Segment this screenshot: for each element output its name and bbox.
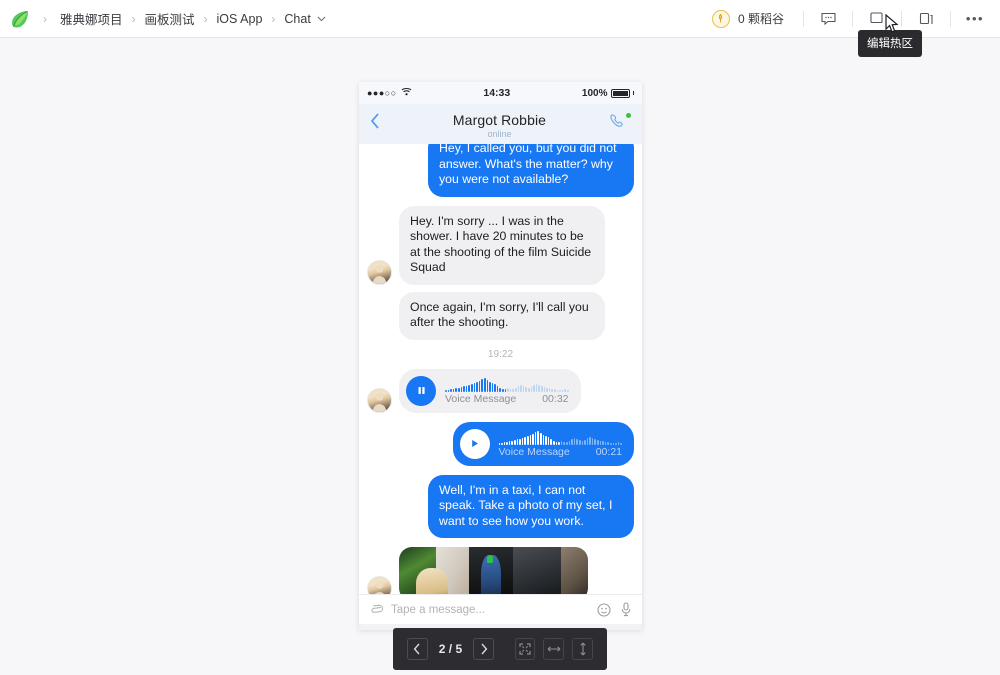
divider-2 [852, 10, 853, 27]
header-actions: 0 颗稻谷 ••• [711, 0, 1000, 37]
chat-messages[interactable]: Hey, I called you, but you did not answe… [359, 144, 642, 594]
message-timestamp: 19:22 [487, 348, 514, 360]
breadcrumb-item-ios-app[interactable]: iOS App [217, 12, 263, 26]
message-row-incoming: Hey. I'm sorry ... I was in the shower. … [367, 205, 634, 285]
more-icon[interactable]: ••• [964, 9, 986, 29]
copy-icon[interactable] [915, 9, 937, 29]
photo-message[interactable] [399, 547, 588, 594]
message-row-outgoing-voice: Voice Message 00:21 [367, 421, 634, 466]
search-input[interactable] [391, 603, 588, 616]
message-row-outgoing: Hey, I called you, but you did not answe… [367, 144, 634, 197]
next-page-button[interactable] [473, 638, 494, 660]
message-bubble-outgoing[interactable]: Well, I'm in a taxi, I can not speak. Ta… [428, 474, 634, 538]
paperclip-icon[interactable] [365, 599, 385, 620]
status-time: 14:33 [483, 87, 511, 99]
breadcrumb-item-chat[interactable]: Chat [284, 12, 310, 26]
app-logo[interactable] [0, 8, 34, 30]
voice-body: Voice Message 00:32 [445, 377, 569, 405]
chat-navbar: Margot Robbie online [359, 104, 642, 144]
app-header: › 雅典娜项目 › 画板测试 › iOS App › Chat 0 颗稻谷 ••… [0, 0, 1000, 38]
online-status-dot [626, 113, 631, 118]
contact-name: Margot Robbie [452, 111, 547, 128]
voice-message-outgoing[interactable]: Voice Message 00:21 [452, 421, 634, 466]
page-indicator: 2 / 5 [438, 642, 463, 656]
voice-meta: Voice Message 00:21 [499, 446, 623, 458]
play-icon[interactable] [459, 428, 490, 459]
fit-screen-button[interactable] [514, 638, 536, 660]
mouse-cursor [884, 13, 900, 41]
waveform-outgoing [498, 430, 622, 445]
microphone-icon[interactable] [620, 602, 632, 617]
prev-page-button[interactable] [407, 638, 428, 660]
voice-duration: 00:21 [595, 445, 622, 458]
message-row-incoming-photo [367, 547, 634, 594]
breadcrumb-separator-3: › [271, 11, 276, 26]
avatar[interactable] [367, 576, 392, 594]
battery-percent-label: 100% [581, 87, 608, 99]
smiley-icon[interactable] [597, 602, 611, 617]
battery-icon [610, 88, 630, 98]
call-button[interactable] [608, 112, 632, 136]
status-left: ●●●○○ [367, 87, 412, 99]
voice-duration: 00:32 [542, 392, 569, 405]
breadcrumb-separator-0: › [43, 11, 47, 26]
avatar[interactable] [367, 387, 392, 413]
wifi-icon [401, 87, 412, 99]
phone-preview[interactable]: ●●●○○ 14:33 100% Margot Robbie online He… [359, 82, 642, 630]
rice-balance-label: 0 颗稻谷 [737, 12, 784, 26]
voice-meta: Voice Message 00:32 [445, 393, 569, 405]
fit-height-button[interactable] [572, 638, 594, 660]
message-row-incoming-voice: Voice Message 00:32 [367, 368, 634, 413]
message-bubble-outgoing[interactable]: Hey, I called you, but you did not answe… [428, 144, 634, 197]
voice-message-incoming[interactable]: Voice Message 00:32 [399, 368, 581, 413]
contact-info: Margot Robbie online [391, 112, 608, 139]
preview-toolbar: 2 / 5 [393, 628, 607, 670]
divider-1 [803, 10, 804, 27]
contact-status: online [487, 128, 512, 139]
voice-label: Voice Message [498, 445, 570, 458]
signal-dots-icon: ●●●○○ [367, 88, 397, 98]
chevron-down-icon[interactable] [317, 14, 326, 24]
breadcrumb-separator-1: › [131, 11, 136, 26]
divider-4 [950, 10, 951, 27]
rice-coin-icon [711, 9, 730, 28]
waveform-incoming [445, 377, 569, 392]
battery-cap [632, 91, 634, 95]
divider-3 [901, 10, 902, 27]
voice-body: Voice Message 00:21 [498, 430, 623, 458]
rice-balance[interactable]: 0 颗稻谷 [711, 9, 784, 28]
leaf-logo-icon [12, 10, 28, 27]
ios-status-bar: ●●●○○ 14:33 100% [359, 82, 642, 104]
back-button[interactable] [369, 111, 391, 137]
voice-label: Voice Message [445, 392, 517, 405]
breadcrumb-separator-2: › [203, 11, 208, 26]
status-right: 100% [582, 88, 634, 99]
avatar[interactable] [367, 259, 392, 285]
pause-icon[interactable] [406, 375, 436, 406]
preview-canvas[interactable]: ●●●○○ 14:33 100% Margot Robbie online He… [0, 38, 1000, 675]
message-input-bar[interactable] [359, 594, 642, 624]
message-bubble-incoming[interactable]: Hey. I'm sorry ... I was in the shower. … [399, 205, 605, 285]
comment-icon[interactable] [817, 9, 839, 29]
breadcrumb-item-project[interactable]: 雅典娜项目 [60, 9, 123, 28]
breadcrumb: › 雅典娜项目 › 画板测试 › iOS App › Chat [34, 9, 326, 28]
breadcrumb-item-board[interactable]: 画板测试 [145, 9, 195, 28]
message-row-outgoing: Well, I'm in a taxi, I can not speak. Ta… [367, 474, 634, 538]
message-bubble-incoming[interactable]: Once again, I'm sorry, I'll call you aft… [399, 291, 605, 340]
message-row-incoming: Once again, I'm sorry, I'll call you aft… [367, 291, 634, 340]
fit-width-button[interactable] [543, 638, 565, 660]
